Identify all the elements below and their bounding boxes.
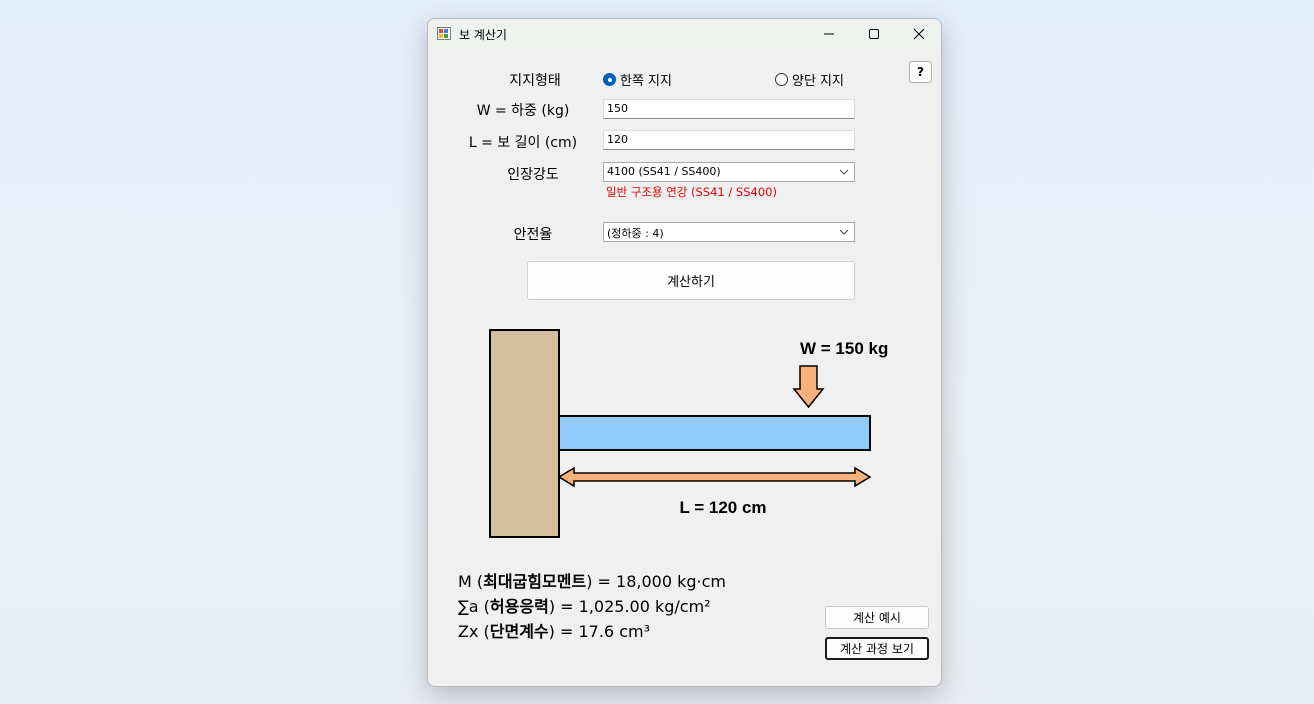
length-text: L = 120 cm — [679, 498, 766, 517]
load-label: W = 하중 (kg) — [476, 103, 570, 119]
load-text: W = 150 kg — [800, 339, 888, 358]
beam-diagram: W = 150 kg L = 120 cm — [489, 329, 888, 538]
select-value: (정하중 : 4) — [607, 227, 664, 240]
beam — [558, 415, 871, 451]
length-input[interactable]: 120 — [603, 130, 855, 150]
window-title: 보 계산기 — [459, 28, 507, 42]
safety-factor-select[interactable]: (정하중 : 4) — [603, 222, 855, 242]
radio-one-side-support[interactable]: 한쪽 지지 — [603, 70, 672, 89]
close-icon — [913, 28, 925, 40]
wall-support — [489, 329, 560, 538]
length-arrow-icon — [557, 466, 872, 488]
tensile-strength-select[interactable]: 4100 (SS41 / SS400) — [603, 162, 855, 182]
title-bar: 보 계산기 — [428, 19, 941, 49]
safety-factor-label: 안전율 — [513, 227, 553, 243]
stress-result: ∑a (허용응력) = 1,025.00 kg/cm² — [458, 593, 711, 617]
load-arrow-icon — [792, 365, 825, 409]
moment-term: 최대굽힘모멘트 — [483, 572, 587, 591]
calculator-window: 보 계산기 지지형태 한쪽 지지 양단 지지 ? W = 하중 (kg) 150… — [427, 18, 942, 687]
calculate-button[interactable]: 계산하기 — [527, 261, 855, 300]
modulus-term: 단면계수 — [489, 622, 549, 641]
help-button[interactable]: ? — [909, 61, 932, 83]
support-type-label: 지지형태 — [509, 73, 561, 89]
tensile-strength-label: 인장강도 — [507, 167, 559, 183]
close-button[interactable] — [896, 19, 941, 49]
moment-suffix: ) = 18,000 kg·cm — [586, 572, 726, 591]
maximize-icon — [869, 29, 879, 39]
length-label: L = 보 길이 (cm) — [468, 135, 578, 151]
radio-dot-unchecked — [775, 73, 788, 86]
modulus-suffix: ) = 17.6 cm³ — [548, 622, 650, 641]
minimize-button[interactable] — [806, 19, 852, 49]
load-input[interactable]: 150 — [603, 99, 855, 119]
chevron-down-icon — [839, 169, 849, 175]
material-note: 일반 구조용 연강 (SS41 / SS400) — [606, 185, 777, 199]
radio-both-side-support[interactable]: 양단 지지 — [775, 70, 844, 89]
show-calculation-process-button[interactable]: 계산 과정 보기 — [825, 637, 929, 660]
stress-term: 허용응력 — [489, 597, 549, 616]
app-icon — [437, 27, 451, 40]
stress-suffix: ) = 1,025.00 kg/cm² — [548, 597, 711, 616]
select-value: 4100 (SS41 / SS400) — [607, 165, 721, 178]
minimize-icon — [824, 33, 834, 35]
radio-dot-checked — [603, 73, 616, 86]
moment-result: M (최대굽힘모멘트) = 18,000 kg·cm — [458, 568, 726, 592]
radio-label: 한쪽 지지 — [620, 74, 672, 89]
modulus-prefix: Zx ( — [458, 622, 490, 641]
modulus-result: Zx (단면계수) = 17.6 cm³ — [458, 618, 650, 642]
chevron-down-icon — [839, 229, 849, 235]
radio-label: 양단 지지 — [792, 74, 844, 89]
moment-prefix: M ( — [458, 572, 484, 591]
calculation-example-button[interactable]: 계산 예시 — [825, 606, 929, 629]
maximize-button[interactable] — [851, 19, 897, 49]
stress-prefix: ∑a ( — [458, 597, 490, 616]
